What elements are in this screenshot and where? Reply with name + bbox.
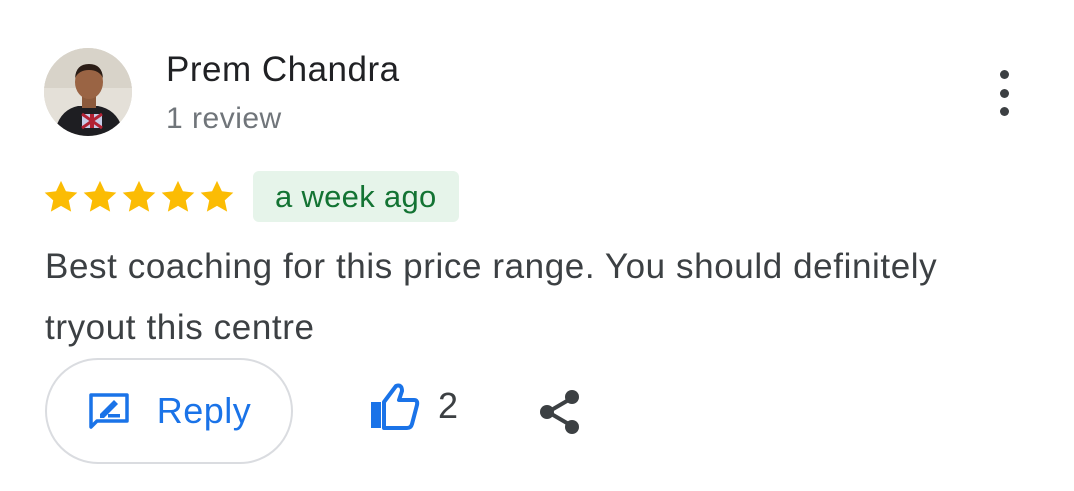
reviewer-avatar[interactable] <box>44 48 132 136</box>
review-time-badge: a week ago <box>253 171 459 222</box>
review-text: Best coaching for this price range. You … <box>45 247 938 347</box>
reply-button-label: Reply <box>156 390 252 431</box>
star-icon <box>44 180 78 212</box>
more-options-button[interactable] <box>984 70 1024 116</box>
star-icon <box>161 180 195 212</box>
reviewer-name[interactable]: Prem Chandra <box>166 50 400 90</box>
share-button[interactable] <box>538 388 582 441</box>
share-icon <box>540 390 579 434</box>
reply-button[interactable]: Reply <box>45 358 293 464</box>
star-icon <box>122 180 156 212</box>
more-vert-icon-dot <box>999 88 1009 98</box>
like-count: 2 <box>438 385 459 426</box>
star-icon <box>83 180 117 212</box>
like-button[interactable]: 2 <box>368 382 458 430</box>
star-rating <box>42 178 236 216</box>
reviewer-review-count: 1 review <box>166 102 282 135</box>
avatar-photo <box>44 48 132 136</box>
rate-review-icon <box>88 393 129 429</box>
more-vert-icon-dot <box>999 107 1009 116</box>
thumb-up-icon <box>371 383 420 430</box>
star-icon <box>200 180 234 212</box>
more-vert-icon <box>999 70 1009 79</box>
